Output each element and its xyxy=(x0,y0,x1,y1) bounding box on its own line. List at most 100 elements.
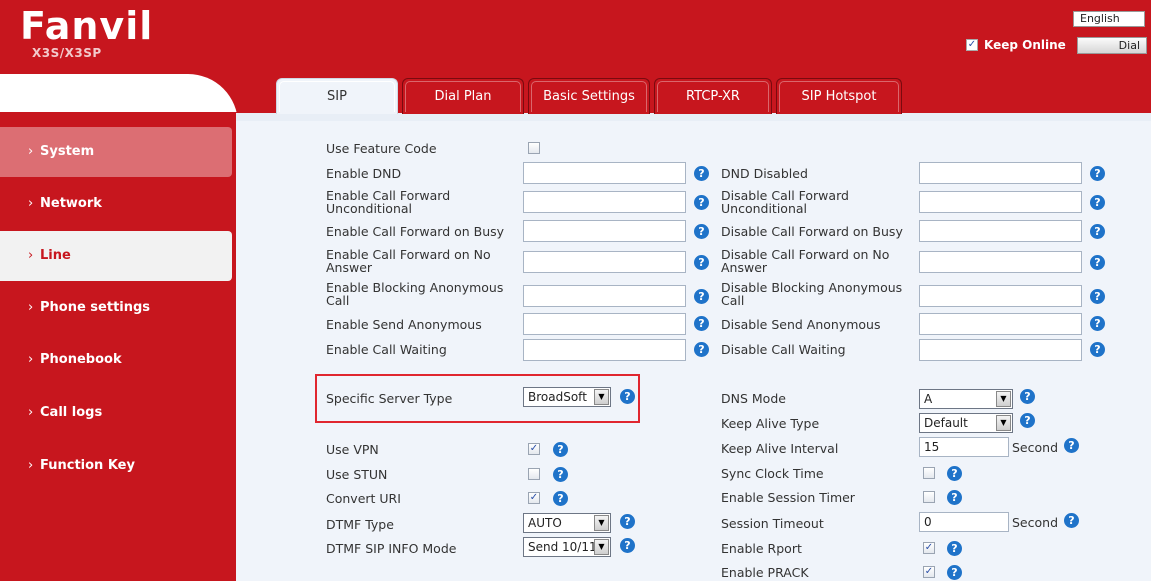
convert-uri-checkbox[interactable]: ✓ xyxy=(528,492,540,504)
disable-send-anonymous-label: Disable Send Anonymous xyxy=(721,317,881,332)
use-feature-code-checkbox[interactable] xyxy=(528,142,540,154)
help-icon[interactable]: ? xyxy=(947,490,962,505)
enable-blocking-anonymous-input[interactable] xyxy=(523,285,686,307)
help-icon[interactable]: ? xyxy=(694,316,709,331)
help-icon[interactable]: ? xyxy=(1090,195,1105,210)
session-timeout-label: Session Timeout xyxy=(721,516,824,531)
help-icon[interactable]: ? xyxy=(553,442,568,457)
keep-online[interactable]: ✓ Keep Online xyxy=(966,38,1066,52)
enable-cfna-input[interactable] xyxy=(523,251,686,273)
header: Fanvil X3S/X3SP English ✓ Keep Online Di… xyxy=(0,0,1151,74)
use-stun-label: Use STUN xyxy=(326,467,388,482)
sync-clock-time-label: Sync Clock Time xyxy=(721,466,824,481)
help-icon[interactable]: ? xyxy=(620,538,635,553)
sidebar-item-system[interactable]: › System xyxy=(0,127,232,177)
help-icon[interactable]: ? xyxy=(1020,413,1035,428)
dtmf-type-select[interactable]: AUTO ▼ xyxy=(523,513,611,533)
enable-cfb-input[interactable] xyxy=(523,220,686,242)
help-icon[interactable]: ? xyxy=(1090,166,1105,181)
disable-call-waiting-label: Disable Call Waiting xyxy=(721,342,846,357)
enable-session-timer-checkbox[interactable] xyxy=(923,491,935,503)
session-timeout-unit: Second xyxy=(1012,515,1059,530)
enable-blocking-anonymous-label: Enable Blocking Anonymous Call xyxy=(326,280,504,308)
disable-blocking-anonymous-label: Disable Blocking Anonymous Call xyxy=(721,280,903,308)
help-icon[interactable]: ? xyxy=(553,491,568,506)
help-icon[interactable]: ? xyxy=(1090,289,1105,304)
keep-alive-interval-input[interactable]: 15 xyxy=(919,437,1009,457)
sidebar-item-line[interactable]: › Line xyxy=(0,231,232,281)
help-icon[interactable]: ? xyxy=(947,466,962,481)
sync-clock-time-checkbox[interactable] xyxy=(923,467,935,479)
tab-rtcp-xr[interactable]: RTCP-XR xyxy=(654,78,772,114)
dns-mode-label: DNS Mode xyxy=(721,391,786,406)
help-icon[interactable]: ? xyxy=(1090,316,1105,331)
help-icon[interactable]: ? xyxy=(694,224,709,239)
help-icon[interactable]: ? xyxy=(694,195,709,210)
tab-dial-plan[interactable]: Dial Plan xyxy=(402,78,524,114)
keep-alive-type-select[interactable]: Default ▼ xyxy=(919,413,1013,433)
enable-rport-checkbox[interactable]: ✓ xyxy=(923,542,935,554)
enable-cfb-label: Enable Call Forward on Busy xyxy=(326,224,505,239)
use-stun-checkbox[interactable] xyxy=(528,468,540,480)
help-icon[interactable]: ? xyxy=(553,467,568,482)
enable-cfu-input[interactable] xyxy=(523,191,686,213)
help-icon[interactable]: ? xyxy=(947,541,962,556)
chevron-down-icon: ▼ xyxy=(594,515,609,531)
help-icon[interactable]: ? xyxy=(1090,342,1105,357)
use-vpn-label: Use VPN xyxy=(326,442,379,457)
keep-alive-type-label: Keep Alive Type xyxy=(721,416,820,431)
help-icon[interactable]: ? xyxy=(694,255,709,270)
keep-online-label: Keep Online xyxy=(984,38,1066,52)
enable-send-anonymous-input[interactable] xyxy=(523,313,686,335)
tab-sip[interactable]: SIP xyxy=(276,78,398,114)
tab-sip-hotspot[interactable]: SIP Hotspot xyxy=(776,78,902,114)
enable-dnd-label: Enable DND xyxy=(326,166,402,181)
sidebar-item-phonebook[interactable]: › Phonebook xyxy=(0,335,232,385)
help-icon[interactable]: ? xyxy=(694,289,709,304)
enable-session-timer-label: Enable Session Timer xyxy=(721,490,855,505)
dtmf-sip-info-mode-label: DTMF SIP INFO Mode xyxy=(326,541,457,556)
keep-online-checkbox[interactable]: ✓ xyxy=(966,39,978,51)
help-icon[interactable]: ? xyxy=(694,342,709,357)
language-select[interactable]: English xyxy=(1073,11,1145,27)
help-icon[interactable]: ? xyxy=(1064,438,1079,453)
sidebar-item-call-logs[interactable]: › Call logs xyxy=(0,388,232,438)
help-icon[interactable]: ? xyxy=(694,166,709,181)
help-icon[interactable]: ? xyxy=(1090,224,1105,239)
model-label: X3S/X3SP xyxy=(32,46,102,60)
use-vpn-checkbox[interactable]: ✓ xyxy=(528,443,540,455)
enable-prack-label: Enable PRACK xyxy=(721,565,809,580)
tab-basic-settings[interactable]: Basic Settings xyxy=(528,78,650,114)
specific-server-type-label: Specific Server Type xyxy=(326,391,453,406)
sidebar-item-network[interactable]: › Network xyxy=(0,179,232,229)
enable-dnd-input[interactable] xyxy=(523,162,686,184)
dns-mode-select[interactable]: A ▼ xyxy=(919,389,1013,409)
help-icon[interactable]: ? xyxy=(1090,255,1105,270)
use-feature-code-label: Use Feature Code xyxy=(326,141,437,156)
help-icon[interactable]: ? xyxy=(620,514,635,529)
disable-cfu-label: Disable Call Forward Unconditional xyxy=(721,188,849,216)
disable-cfna-input[interactable] xyxy=(919,251,1082,273)
enable-prack-checkbox[interactable]: ✓ xyxy=(923,566,935,578)
sidebar-item-phone-settings[interactable]: › Phone settings xyxy=(0,283,232,333)
help-icon[interactable]: ? xyxy=(947,565,962,580)
specific-server-type-select[interactable]: BroadSoft ▼ xyxy=(523,387,611,407)
disable-send-anonymous-input[interactable] xyxy=(919,313,1082,335)
dtmf-sip-info-mode-select[interactable]: Send 10/11 ▼ xyxy=(523,537,611,557)
help-icon[interactable]: ? xyxy=(1020,389,1035,404)
dnd-disabled-input[interactable] xyxy=(919,162,1082,184)
session-timeout-input[interactable]: 0 xyxy=(919,512,1009,532)
help-icon[interactable]: ? xyxy=(620,389,635,404)
disable-cfna-label: Disable Call Forward on No Answer xyxy=(721,247,890,275)
chevron-down-icon: ▼ xyxy=(594,539,609,555)
disable-call-waiting-input[interactable] xyxy=(919,339,1082,361)
enable-call-waiting-input[interactable] xyxy=(523,339,686,361)
sidebar-item-function-key[interactable]: › Function Key xyxy=(0,441,232,491)
disable-cfu-input[interactable] xyxy=(919,191,1082,213)
help-icon[interactable]: ? xyxy=(1064,513,1079,528)
chevron-down-icon: ▼ xyxy=(996,391,1011,407)
dial-button[interactable]: Dial xyxy=(1077,37,1147,54)
disable-cfb-input[interactable] xyxy=(919,220,1082,242)
disable-blocking-anonymous-input[interactable] xyxy=(919,285,1082,307)
app-root: Fanvil X3S/X3SP English ✓ Keep Online Di… xyxy=(0,0,1151,581)
